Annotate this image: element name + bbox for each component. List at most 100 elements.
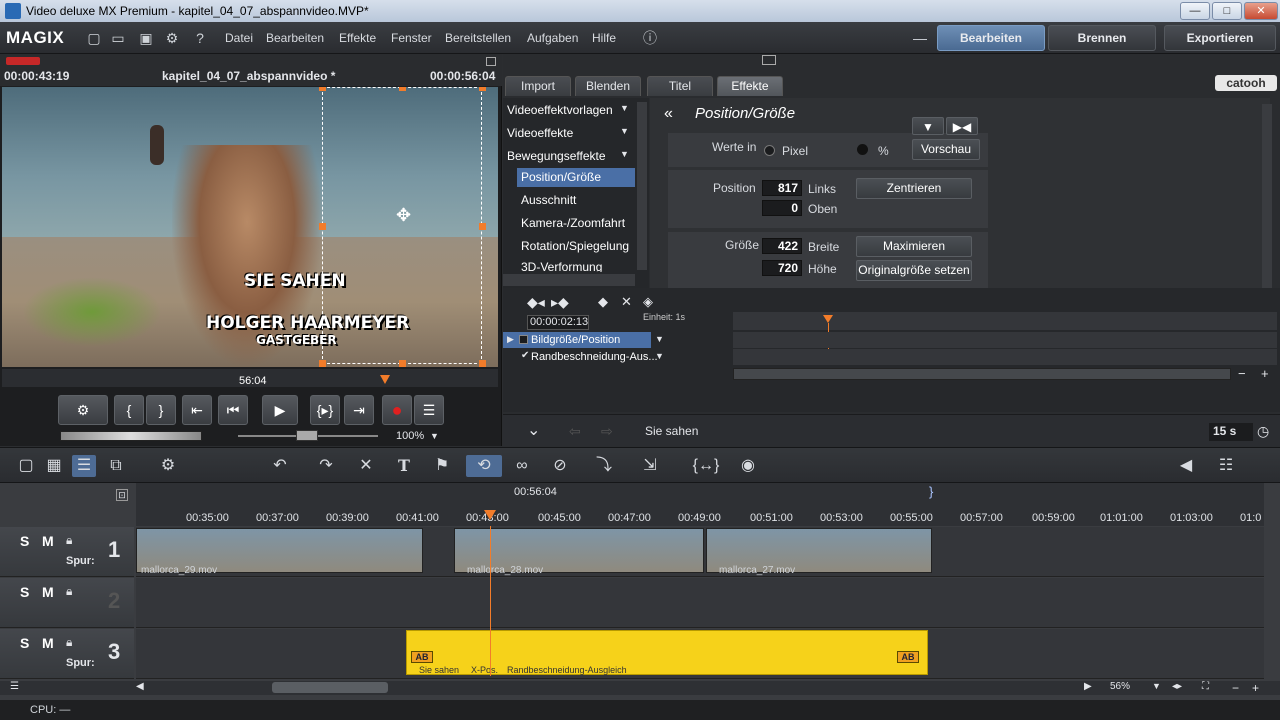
scroll-left-icon[interactable]: ◀: [136, 681, 144, 692]
video-clip[interactable]: mallorca_29.mov: [136, 528, 423, 576]
effect-item[interactable]: Kamera-/Zoomfahrt: [517, 214, 635, 233]
lock-icon[interactable]: 🔒︎: [66, 584, 72, 599]
position-x-field[interactable]: 817: [762, 180, 802, 196]
width-field[interactable]: 422: [762, 238, 802, 254]
mute-button[interactable]: M: [42, 533, 54, 549]
playhead-marker-icon[interactable]: [484, 510, 496, 520]
settings-icon[interactable]: ⚙: [162, 28, 182, 48]
reel-icon[interactable]: ⚙: [156, 455, 180, 477]
scroll-right-icon[interactable]: ▶: [1084, 681, 1092, 692]
time-ruler[interactable]: 00:56:04 } 00:35:00 00:37:00 00:39:00 00…: [136, 483, 1264, 526]
keyframes-icon[interactable]: ◈: [643, 294, 653, 310]
mixer-icon[interactable]: ☷: [1214, 455, 1238, 477]
storyboard-mode-icon[interactable]: ▢: [14, 455, 38, 477]
resize-handle[interactable]: [479, 87, 486, 91]
chevron-down-icon[interactable]: ▼: [620, 149, 629, 159]
effect-item[interactable]: Rotation/Spiegelung: [517, 237, 635, 256]
cut-tool-icon[interactable]: ⤵: [592, 455, 616, 477]
pixel-radio[interactable]: [764, 145, 775, 156]
maximize-preview-icon[interactable]: [486, 57, 496, 66]
link-icon[interactable]: ∞: [510, 455, 534, 477]
tab-titel[interactable]: Titel: [647, 76, 713, 96]
delete-icon[interactable]: ✕: [354, 455, 378, 477]
tab-import[interactable]: Import: [505, 76, 571, 96]
delete-keyframe-icon[interactable]: ✕: [621, 294, 632, 310]
resize-handle[interactable]: [399, 87, 406, 91]
expand-icon[interactable]: ▶: [507, 334, 514, 345]
mute-button[interactable]: M: [42, 584, 54, 600]
maximize-button[interactable]: □: [1212, 2, 1242, 20]
export-button[interactable]: Exportieren: [1164, 25, 1276, 51]
tab-blenden[interactable]: Blenden: [575, 76, 641, 96]
solo-button[interactable]: S: [20, 584, 29, 600]
keyframe-ruler[interactable]: [733, 312, 1277, 330]
resize-handle[interactable]: [319, 360, 326, 367]
back-arrow-icon[interactable]: ⇦: [569, 423, 581, 440]
video-frame[interactable]: SIE SAHEN HOLGER HAARMEYER GASTGEBER ✥: [2, 87, 498, 367]
timeline-zoom[interactable]: 56%: [1110, 681, 1130, 692]
maximize-button[interactable]: Maximieren: [856, 236, 972, 257]
minimize-button[interactable]: —: [1180, 2, 1210, 20]
chevron-down-icon[interactable]: ▼: [655, 351, 664, 361]
volume-knob[interactable]: [296, 430, 318, 441]
menu-bearbeiten[interactable]: Bearbeiten: [266, 31, 324, 45]
effect-item-selected[interactable]: Position/Größe: [517, 168, 635, 187]
lock-icon[interactable]: 🔒︎: [66, 533, 72, 548]
keyframe-playhead-icon[interactable]: [823, 315, 833, 323]
previous-keyframe-icon[interactable]: ◆◂: [527, 294, 545, 311]
effect-item[interactable]: Ausschnitt: [517, 191, 635, 210]
text-icon[interactable]: T: [392, 455, 416, 477]
record-button[interactable]: ●: [382, 395, 412, 425]
lock-icon[interactable]: 🔒︎: [66, 635, 72, 650]
speaker-icon[interactable]: ◀: [1174, 455, 1198, 477]
video-clip[interactable]: mallorca_28.mov: [454, 528, 704, 576]
previous-frame-button[interactable]: ⏮: [218, 395, 248, 425]
resize-handle[interactable]: [319, 223, 326, 230]
play-button[interactable]: ▶: [262, 395, 298, 425]
redo-icon[interactable]: ↷: [314, 455, 338, 477]
forward-arrow-icon[interactable]: ⇨: [601, 423, 613, 440]
zoom-in-icon[interactable]: +: [1261, 366, 1269, 381]
collapse-icon[interactable]: «: [664, 105, 673, 123]
close-button[interactable]: ✕: [1244, 2, 1278, 20]
preview-scrubber[interactable]: 56:04: [2, 369, 498, 387]
effect-item[interactable]: 3D-Verformung: [517, 258, 635, 272]
resize-handle[interactable]: [479, 360, 486, 367]
movie-reel-button[interactable]: ⚙: [58, 395, 108, 425]
keyframe-track-lane[interactable]: [733, 349, 1277, 365]
chevron-down-icon[interactable]: ▼: [655, 334, 664, 344]
info-icon[interactable]: ⓘ: [640, 28, 660, 48]
minimize-panel-icon[interactable]: —: [910, 28, 930, 48]
track-lane-2[interactable]: [136, 578, 1264, 628]
mouse-mode-icon[interactable]: ⇲: [638, 455, 662, 477]
chevron-down-icon[interactable]: ▼: [430, 431, 439, 441]
multicam-icon[interactable]: ⧉: [104, 455, 128, 477]
scrollbar[interactable]: [637, 102, 647, 270]
shuttle-slider[interactable]: [60, 431, 202, 441]
jump-to-start-button[interactable]: ⇤: [182, 395, 212, 425]
solo-button[interactable]: S: [20, 635, 29, 651]
position-y-field[interactable]: 0: [762, 200, 802, 216]
height-field[interactable]: 720: [762, 260, 802, 276]
save-icon[interactable]: ▣: [136, 28, 156, 48]
zoom-out-icon[interactable]: −: [1238, 366, 1246, 381]
menu-hilfe[interactable]: Hilfe: [592, 31, 616, 45]
chevron-down-icon[interactable]: ▼: [620, 103, 629, 113]
play-range-button[interactable]: {▸}: [310, 395, 340, 425]
keyframe-down-button[interactable]: ▼: [912, 117, 944, 135]
zoom-in-icon[interactable]: +: [1252, 681, 1259, 695]
timeline-playhead[interactable]: [490, 526, 491, 676]
new-file-icon[interactable]: ▢: [84, 28, 104, 48]
parameter-scrollbar[interactable]: [1262, 104, 1272, 288]
keyframe-scrollbar[interactable]: [733, 368, 1231, 380]
next-keyframe-icon[interactable]: ▸◆: [551, 294, 569, 311]
preview-button[interactable]: Vorschau: [912, 139, 980, 160]
center-button[interactable]: Zentrieren: [856, 178, 972, 199]
lock-icon[interactable]: ⊡: [116, 489, 128, 501]
zoom-out-icon[interactable]: −: [1232, 681, 1239, 695]
undo-icon[interactable]: ↶: [268, 455, 292, 477]
mode-burn-button[interactable]: Brennen: [1048, 25, 1156, 51]
menu-datei[interactable]: Datei: [225, 31, 253, 45]
solo-button[interactable]: S: [20, 533, 29, 549]
zoom-fit-icon[interactable]: ⛶: [1202, 681, 1209, 692]
